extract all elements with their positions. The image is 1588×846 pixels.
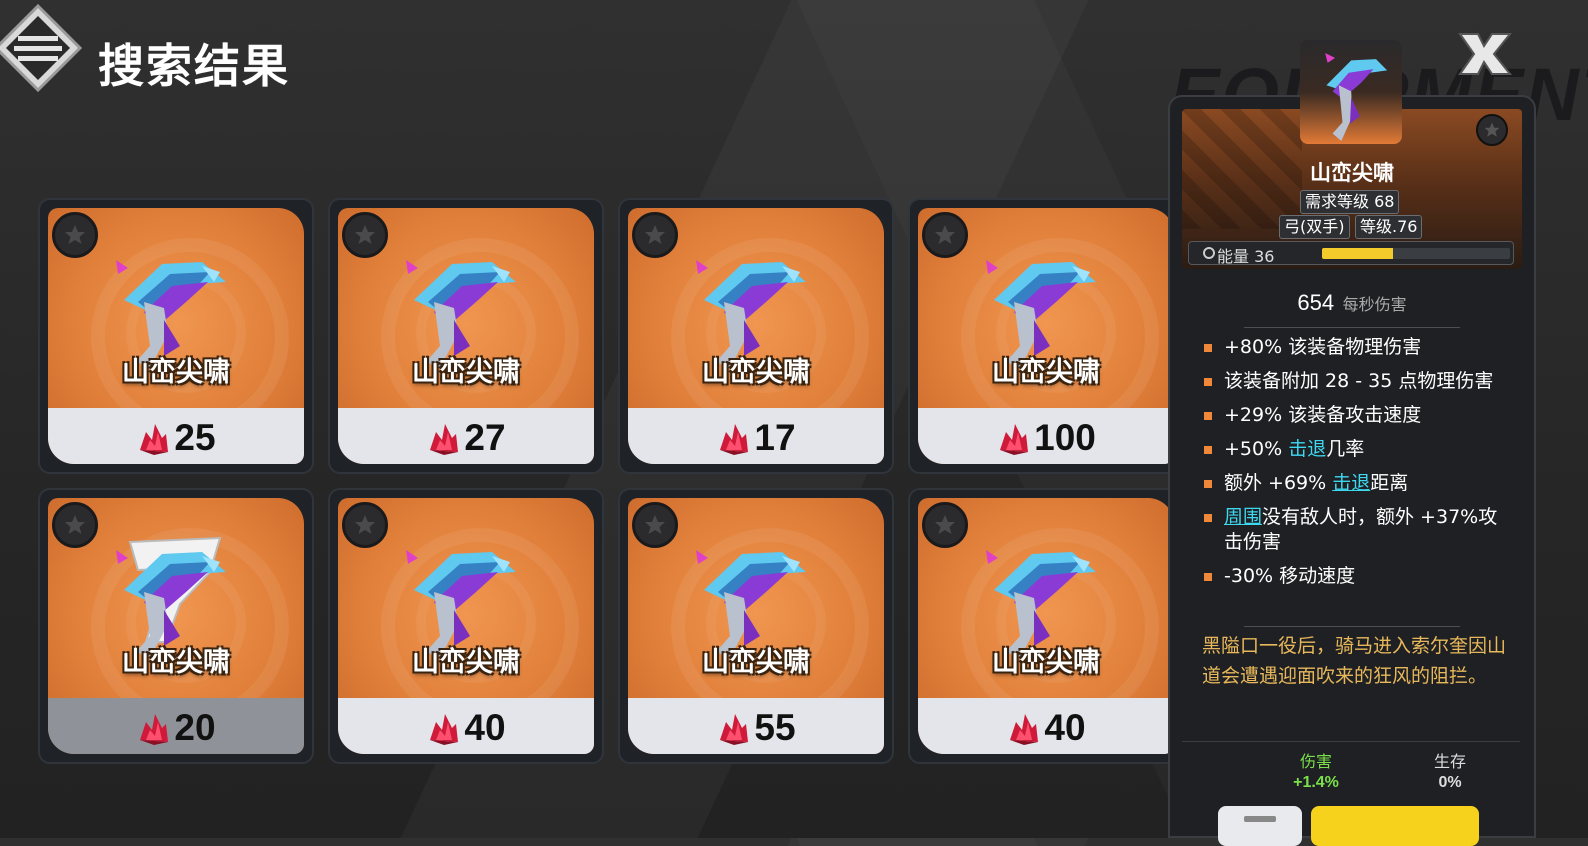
stat-text: 额外 +69% (1224, 472, 1333, 494)
item-price: 27 (330, 416, 602, 460)
item-price: 55 (620, 706, 892, 750)
favorite-star-icon[interactable] (52, 212, 98, 258)
item-level-tag: 等级.76 (1355, 215, 1423, 239)
stat-line: +80% 该装备物理伤害 (1204, 335, 1514, 360)
item-price: 40 (330, 706, 602, 750)
item-price: 17 (620, 416, 892, 460)
item-name: 山峦尖啸 (702, 647, 810, 678)
item-price: 25 (40, 416, 312, 460)
stat-line: +50% 击退几率 (1204, 437, 1514, 462)
energy-track (1322, 248, 1510, 259)
gem-icon (140, 714, 169, 745)
stat-line: 周围没有敌人时，额外 +37%攻击伤害 (1204, 505, 1514, 555)
lore-text: 黑隘口一役后，骑马进入索尔奎因山道会遭遇迎面吹来的狂风的阻拦。 (1202, 635, 1507, 687)
stat-text: 距离 (1370, 472, 1409, 494)
gem-icon (720, 424, 749, 455)
compare-label: 伤害 (1299, 752, 1332, 771)
stat-text: +29% 该装备攻击速度 (1224, 404, 1422, 426)
page-title: 搜索结果 (98, 39, 290, 93)
favorite-star-icon[interactable] (342, 502, 388, 548)
stat-line: 该装备附加 28 - 35 点物理伤害 (1204, 369, 1514, 394)
favorite-star-icon[interactable] (632, 502, 678, 548)
stat-line: 额外 +69% 击退距离 (1204, 471, 1514, 496)
price-value: 100 (1034, 417, 1096, 458)
item-price: 40 (910, 706, 1182, 750)
energy-fill (1322, 248, 1394, 259)
buy-button[interactable] (1311, 806, 1479, 846)
price-value: 27 (464, 417, 506, 458)
item-price: 20 (40, 706, 312, 750)
keyword-link[interactable]: 周围 (1224, 506, 1262, 528)
stat-text: 没有敌人时，额外 +37%攻击伤害 (1224, 506, 1498, 553)
gem-icon (140, 424, 169, 455)
item-card[interactable]: 山峦尖啸 17 (618, 198, 894, 474)
req-level-tag: 需求等级 68 (1300, 190, 1400, 214)
compare-damage: 伤害 +1.4% (1256, 748, 1376, 792)
favorite-star-icon[interactable] (52, 502, 98, 548)
detail-item-icon (1300, 40, 1402, 144)
item-type-tag: 弓(双手) (1279, 215, 1350, 239)
compare-survival: 生存 0% (1390, 748, 1510, 792)
price-value: 17 (754, 417, 796, 458)
price-value: 40 (464, 707, 506, 748)
keyword-link[interactable]: 击退 (1288, 438, 1326, 460)
stat-text: 该装备附加 28 - 35 点物理伤害 (1224, 370, 1494, 392)
gem-icon (430, 714, 459, 745)
item-price: 100 (910, 416, 1182, 460)
dps-value: 654 (1297, 290, 1335, 315)
dps: 654 每秒伤害 (1168, 290, 1536, 316)
stat-text: 几率 (1326, 438, 1365, 460)
item-card[interactable]: 山峦尖啸 20 (38, 488, 314, 764)
equip-button[interactable] (1218, 806, 1302, 846)
stat-text: +50% (1224, 438, 1289, 460)
energy-label: 能量 36 (1217, 247, 1275, 266)
compare-value: +1.4% (1293, 774, 1339, 791)
item-name: 山峦尖啸 (992, 357, 1100, 388)
detail-item-name: 山峦尖啸 (1310, 161, 1394, 185)
menu-icon[interactable] (0, 2, 84, 94)
favorite-star-icon[interactable] (922, 212, 968, 258)
item-name: 山峦尖啸 (122, 357, 230, 388)
item-name: 山峦尖啸 (412, 647, 520, 678)
stat-list: +80% 该装备物理伤害该装备附加 28 - 35 点物理伤害 +29% 该装备攻… (1204, 335, 1514, 598)
item-card[interactable]: 山峦尖啸 25 (38, 198, 314, 474)
keyword-link[interactable]: 击退 (1332, 472, 1370, 494)
favorite-star-icon[interactable] (342, 212, 388, 258)
item-card[interactable]: 山峦尖啸 100 (908, 198, 1184, 474)
gem-icon (1000, 424, 1029, 455)
equip-icon (1244, 816, 1276, 822)
item-name: 山峦尖啸 (992, 647, 1100, 678)
divider (1244, 327, 1460, 328)
compare-value: 0% (1438, 774, 1462, 791)
compare-section: 伤害 +1.4% 生存 0% (1182, 741, 1520, 812)
price-value: 40 (1044, 707, 1086, 748)
stat-line: +29% 该装备攻击速度 (1204, 403, 1514, 428)
dps-label: 每秒伤害 (1342, 295, 1407, 314)
item-name: 山峦尖啸 (412, 357, 520, 388)
gem-icon (430, 424, 459, 455)
stat-text: -30% 移动速度 (1224, 565, 1356, 587)
close-icon[interactable] (1450, 28, 1514, 80)
stat-line: -30% 移动速度 (1204, 564, 1514, 589)
energy-icon (1203, 246, 1215, 265)
item-name: 山峦尖啸 (122, 647, 230, 678)
favorite-star-icon[interactable] (632, 212, 678, 258)
compare-label: 生存 (1433, 752, 1466, 771)
divider (1244, 626, 1460, 627)
price-value: 55 (754, 707, 796, 748)
item-name: 山峦尖啸 (702, 357, 810, 388)
gem-icon (1010, 714, 1039, 745)
favorite-star-icon[interactable] (922, 502, 968, 548)
favorite-star-icon[interactable] (1476, 114, 1508, 146)
item-card[interactable]: 山峦尖啸 40 (328, 488, 604, 764)
item-card[interactable]: 山峦尖啸 40 (908, 488, 1184, 764)
stat-text: +80% 该装备物理伤害 (1224, 336, 1422, 358)
price-value: 25 (174, 417, 216, 458)
item-card[interactable]: 山峦尖啸 55 (618, 488, 894, 764)
energy-bar: 能量 36 (1188, 241, 1514, 266)
item-card[interactable]: 山峦尖啸 27 (328, 198, 604, 474)
price-value: 20 (174, 707, 216, 748)
gem-icon (720, 714, 749, 745)
